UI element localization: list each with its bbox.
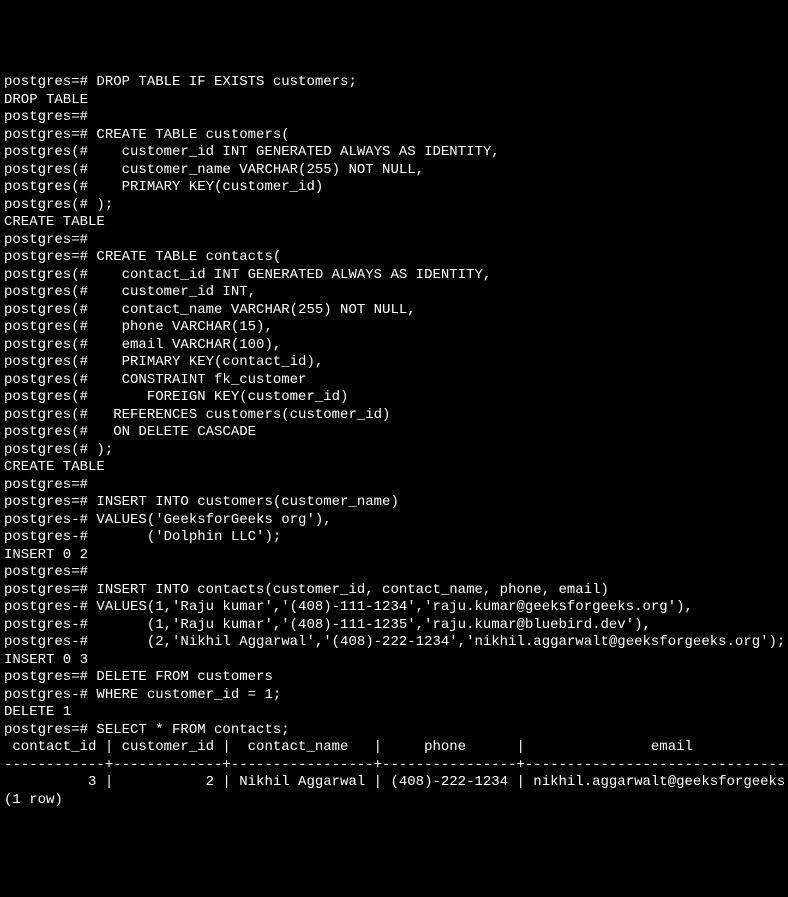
terminal-line: postgres=# CREATE TABLE contacts( (4, 249, 784, 267)
terminal-line: postgres-# (1,'Raju kumar','(408)-111-12… (4, 617, 784, 635)
terminal-line: postgres(# PRIMARY KEY(contact_id), (4, 354, 784, 372)
terminal-line: CREATE TABLE (4, 459, 784, 477)
terminal-line: postgres-# ('Dolphin LLC'); (4, 529, 784, 547)
terminal-line: postgres(# ON DELETE CASCADE (4, 424, 784, 442)
table-divider: ------------+-------------+-------------… (4, 757, 784, 775)
terminal-line: postgres(# FOREIGN KEY(customer_id) (4, 389, 784, 407)
terminal-line: postgres-# VALUES(1,'Raju kumar','(408)-… (4, 599, 784, 617)
terminal-line: postgres=# DROP TABLE IF EXISTS customer… (4, 74, 784, 92)
terminal-line: postgres(# customer_name VARCHAR(255) NO… (4, 162, 784, 180)
terminal-line: DELETE 1 (4, 704, 784, 722)
terminal-line: postgres=# (4, 232, 784, 250)
table-row: 3 | 2 | Nikhil Aggarwal | (408)-222-1234… (4, 774, 784, 792)
terminal-line: postgres-# WHERE customer_id = 1; (4, 687, 784, 705)
terminal-line: postgres(# email VARCHAR(100), (4, 337, 784, 355)
terminal-line: postgres(# ); (4, 197, 784, 215)
terminal-line: postgres(# REFERENCES customers(customer… (4, 407, 784, 425)
terminal-line: postgres-# VALUES('GeeksforGeeks org'), (4, 512, 784, 530)
terminal-window[interactable]: postgres=# DROP TABLE IF EXISTS customer… (4, 74, 784, 809)
terminal-line: INSERT 0 3 (4, 652, 784, 670)
terminal-line: postgres(# customer_id INT, (4, 284, 784, 302)
terminal-line: postgres(# contact_id INT GENERATED ALWA… (4, 267, 784, 285)
row-count: (1 row) (4, 792, 784, 810)
table-header: contact_id | customer_id | contact_name … (4, 739, 784, 757)
terminal-line: postgres(# PRIMARY KEY(customer_id) (4, 179, 784, 197)
terminal-line: postgres=# (4, 477, 784, 495)
terminal-line: CREATE TABLE (4, 214, 784, 232)
terminal-line: postgres=# INSERT INTO contacts(customer… (4, 582, 784, 600)
terminal-line: postgres-# (2,'Nikhil Aggarwal','(408)-2… (4, 634, 784, 652)
terminal-line: postgres(# contact_name VARCHAR(255) NOT… (4, 302, 784, 320)
terminal-line: postgres=# (4, 564, 784, 582)
terminal-line: INSERT 0 2 (4, 547, 784, 565)
terminal-line: postgres=# (4, 109, 784, 127)
terminal-line: postgres(# customer_id INT GENERATED ALW… (4, 144, 784, 162)
terminal-line: postgres(# phone VARCHAR(15), (4, 319, 784, 337)
terminal-line: postgres=# INSERT INTO customers(custome… (4, 494, 784, 512)
terminal-line: postgres=# DELETE FROM customers (4, 669, 784, 687)
terminal-line: postgres(# CONSTRAINT fk_customer (4, 372, 784, 390)
terminal-line: postgres=# SELECT * FROM contacts; (4, 722, 784, 740)
terminal-line: postgres=# CREATE TABLE customers( (4, 127, 784, 145)
terminal-line: postgres(# ); (4, 442, 784, 460)
terminal-line: DROP TABLE (4, 92, 784, 110)
